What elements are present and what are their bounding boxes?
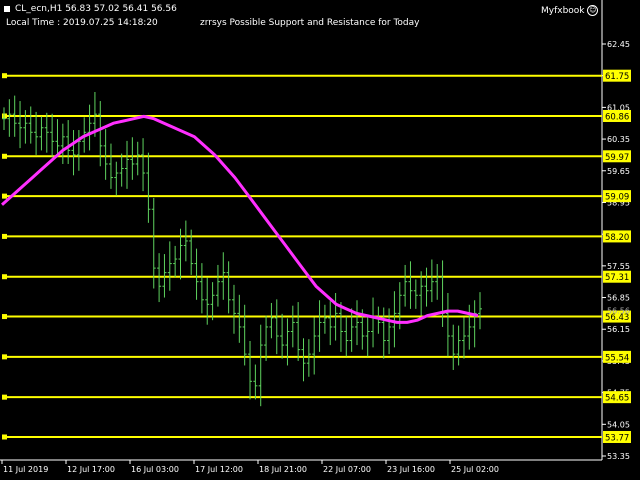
price-tick-label: 56.15	[607, 325, 630, 334]
time-tick-label: 12 Jul 17:00	[67, 465, 115, 474]
levels-layer	[2, 73, 602, 440]
symbol-info: CL_ecn,H1 56.83 57.02 56.41 56.56	[4, 4, 177, 14]
level-label: 58.20	[605, 233, 629, 243]
level-label: 59.97	[605, 153, 629, 163]
level-start-marker	[2, 193, 7, 199]
price-tick-label: 62.45	[607, 40, 630, 49]
time-tick-label: 18 Jul 21:00	[259, 465, 307, 474]
price-tick-label: 54.05	[607, 420, 630, 429]
price-tick-label: 59.65	[607, 167, 630, 176]
price-tick-label: 60.35	[607, 135, 630, 144]
level-start-marker	[2, 233, 7, 239]
time-tick-label: 25 Jul 02:00	[451, 465, 499, 474]
time-tick-label: 23 Jul 16:00	[387, 465, 435, 474]
smiley-icon: ☺	[587, 5, 599, 16]
time-tick-label: 22 Jul 07:00	[323, 465, 371, 474]
level-start-marker	[2, 314, 7, 320]
level-start-marker	[2, 354, 7, 360]
level-start-marker	[2, 153, 7, 159]
level-label: 53.77	[605, 433, 629, 443]
time-tick-label: 17 Jul 12:00	[195, 465, 243, 474]
price-tick-label: 57.55	[607, 262, 630, 271]
price-tick-label: 56.85	[607, 294, 630, 303]
level-start-marker	[2, 394, 7, 400]
local-time-text: Local Time : 2019.07.25 14:18:20	[6, 18, 158, 28]
time-tick-label: 16 Jul 03:00	[131, 465, 179, 474]
level-label: 59.09	[605, 193, 629, 203]
time-tick-label: 11 Jul 2019	[3, 465, 48, 474]
level-label: 60.86	[605, 112, 629, 122]
level-label: 57.31	[605, 273, 629, 283]
chart-window[interactable]: 62.4561.7561.0560.3559.6558.9558.2557.55…	[0, 0, 640, 480]
level-label: 55.54	[605, 353, 629, 363]
level-start-marker	[2, 274, 7, 280]
symbol-ohlc-text: CL_ecn,H1 56.83 57.02 56.41 56.56	[15, 4, 177, 14]
price-chart[interactable]: 62.4561.7561.0560.3559.6558.9558.2557.55…	[0, 0, 640, 480]
level-label: 61.75	[605, 72, 629, 82]
level-start-marker	[2, 73, 7, 79]
time-ticks-layer: 11 Jul 2019 12 Jul 17:00 16 Jul 03:00 17 Ju…	[1, 460, 499, 474]
candles-layer	[2, 91, 482, 407]
brand-text: Myfxbook	[541, 6, 585, 16]
price-tick-label: 53.35	[607, 452, 630, 461]
level-labels-layer: 61.7560.8659.9759.0958.2057.3156.4355.54…	[603, 69, 631, 443]
level-start-marker	[2, 434, 7, 440]
indicator-title: zrrsys Possible Support and Resistance f…	[200, 18, 420, 28]
level-label: 54.65	[605, 394, 629, 404]
current-price-label: 56.56	[607, 307, 630, 316]
chart-legend-icon[interactable]	[4, 5, 10, 12]
brand-label: Myfxbook ☺	[541, 5, 599, 16]
